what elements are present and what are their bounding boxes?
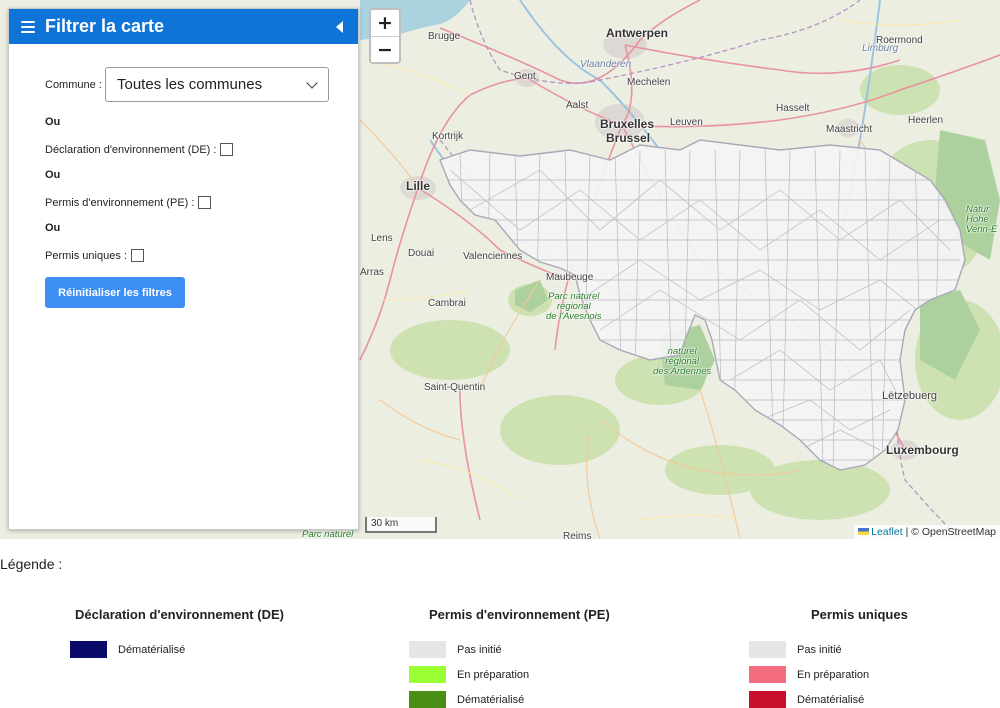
place-hasselt: Hasselt: [776, 103, 810, 114]
legend-swatch: [409, 691, 446, 708]
place-parc-bottom: Parc naturel: [302, 529, 354, 540]
place-aalst: Aalst: [566, 100, 589, 111]
legend-pe-item: Dématérialisé: [409, 691, 524, 708]
legend-swatch: [749, 691, 786, 708]
reset-filters-button[interactable]: Réinitialiser les filtres: [45, 277, 185, 308]
map-attribution: Leaflet | © OpenStreetMap: [854, 525, 1000, 539]
or-label-3: Ou: [45, 222, 61, 234]
zoom-control: + −: [369, 8, 401, 64]
zoom-in-button[interactable]: +: [371, 10, 399, 36]
legend-label: En préparation: [457, 668, 530, 681]
commune-label: Commune :: [45, 78, 102, 91]
or-label-2: Ou: [45, 169, 61, 181]
or-label-1: Ou: [45, 116, 61, 128]
place-saint-quentin: Saint-Quentin: [424, 382, 486, 393]
legend-de-column: Déclaration d'environnement (DE): [75, 607, 284, 622]
legend-label: Dématérialisé: [118, 643, 186, 656]
chevron-down-icon: [306, 76, 318, 89]
legend-pu-item: Pas initié: [749, 641, 842, 658]
sidebar-title: Filtrer la carte: [45, 16, 165, 36]
leaflet-link[interactable]: Leaflet: [871, 526, 903, 538]
filter-sidebar: Filtrer la carte Commune : Toutes les co…: [8, 8, 359, 530]
legend-pu-item: Dématérialisé: [749, 691, 864, 708]
sidebar-header: Filtrer la carte: [9, 9, 358, 44]
pe-filter-label: Permis d'environnement (PE) :: [45, 196, 195, 209]
place-arras: Arras: [360, 267, 384, 278]
legend-swatch: [70, 641, 107, 658]
place-lille: Lille: [406, 179, 431, 193]
place-vlaanderen: Vlaanderen: [580, 59, 632, 70]
legend-label: Pas initié: [797, 643, 842, 656]
place-brussel: Brussel: [606, 131, 651, 145]
menu-icon[interactable]: [21, 18, 35, 36]
legend-pu-item: En préparation: [749, 666, 869, 683]
zoom-out-button[interactable]: −: [371, 36, 399, 62]
place-valenciennes: Valenciennes: [463, 251, 523, 262]
place-leuven: Leuven: [670, 117, 703, 128]
legend-swatch: [409, 666, 446, 683]
collapse-arrow-icon[interactable]: [336, 20, 343, 33]
place-naturpark: Natur Hohe Venn-E: [966, 204, 998, 235]
place-maubeuge: Maubeuge: [546, 272, 594, 283]
legend-pu-column: Permis uniques: [811, 607, 908, 622]
legend-pe-heading: Permis d'environnement (PE): [429, 607, 610, 622]
legend-pe-item: Pas initié: [409, 641, 502, 658]
legend-pe-item: En préparation: [409, 666, 529, 683]
place-roermond: Roermond: [876, 35, 923, 46]
scale-bar: 30 km: [365, 517, 437, 533]
de-filter-label: Déclaration d'environnement (DE) :: [45, 143, 217, 156]
place-mechelen: Mechelen: [627, 77, 671, 88]
place-parc-ardennes: naturel régional des Ardennes: [653, 346, 712, 377]
pu-filter-checkbox[interactable]: [130, 249, 144, 262]
legend-pu-heading: Permis uniques: [811, 607, 908, 622]
place-gent: Gent: [514, 71, 536, 82]
place-heerlen: Heerlen: [908, 115, 944, 126]
legend-title: Légende :: [0, 556, 63, 572]
legend-pe-column: Permis d'environnement (PE): [429, 607, 610, 622]
map-view[interactable]: Antwerpen Brugge Limburg Roermond Gent V…: [0, 0, 1000, 539]
place-kortrijk: Kortrijk: [432, 131, 464, 142]
legend-de-heading: Déclaration d'environnement (DE): [75, 607, 284, 622]
place-luxembourg: Luxembourg: [886, 443, 959, 457]
osm-attribution: | © OpenStreetMap: [902, 526, 996, 538]
de-filter-checkbox[interactable]: [220, 143, 234, 156]
legend-de-item: Dématérialisé: [70, 641, 185, 658]
place-letzebuerg: Lëtzebuerg: [882, 390, 938, 402]
place-cambrai: Cambrai: [428, 298, 466, 309]
legend-label: En préparation: [797, 668, 870, 681]
pe-filter-checkbox[interactable]: [198, 196, 212, 209]
place-lens: Lens: [371, 233, 393, 244]
ukraine-flag-icon: [858, 528, 870, 535]
place-brugge: Brugge: [428, 31, 461, 42]
pu-filter-label: Permis uniques :: [45, 249, 127, 262]
legend-label: Pas initié: [457, 643, 502, 656]
commune-select-value: Toutes les communes: [117, 76, 263, 93]
place-douai: Douai: [408, 248, 435, 259]
legend-swatch: [749, 641, 786, 658]
legend-swatch: [409, 641, 446, 658]
commune-select[interactable]: Toutes les communes: [105, 67, 329, 102]
legend-swatch: [749, 666, 786, 683]
place-antwerpen: Antwerpen: [606, 26, 669, 40]
place-bruxelles: Bruxelles: [600, 117, 655, 131]
place-parc-avesnois: Parc naturel régional de l'Avesnois: [546, 291, 602, 322]
place-reims: Reims: [563, 531, 592, 539]
place-maastricht: Maastricht: [826, 124, 873, 135]
